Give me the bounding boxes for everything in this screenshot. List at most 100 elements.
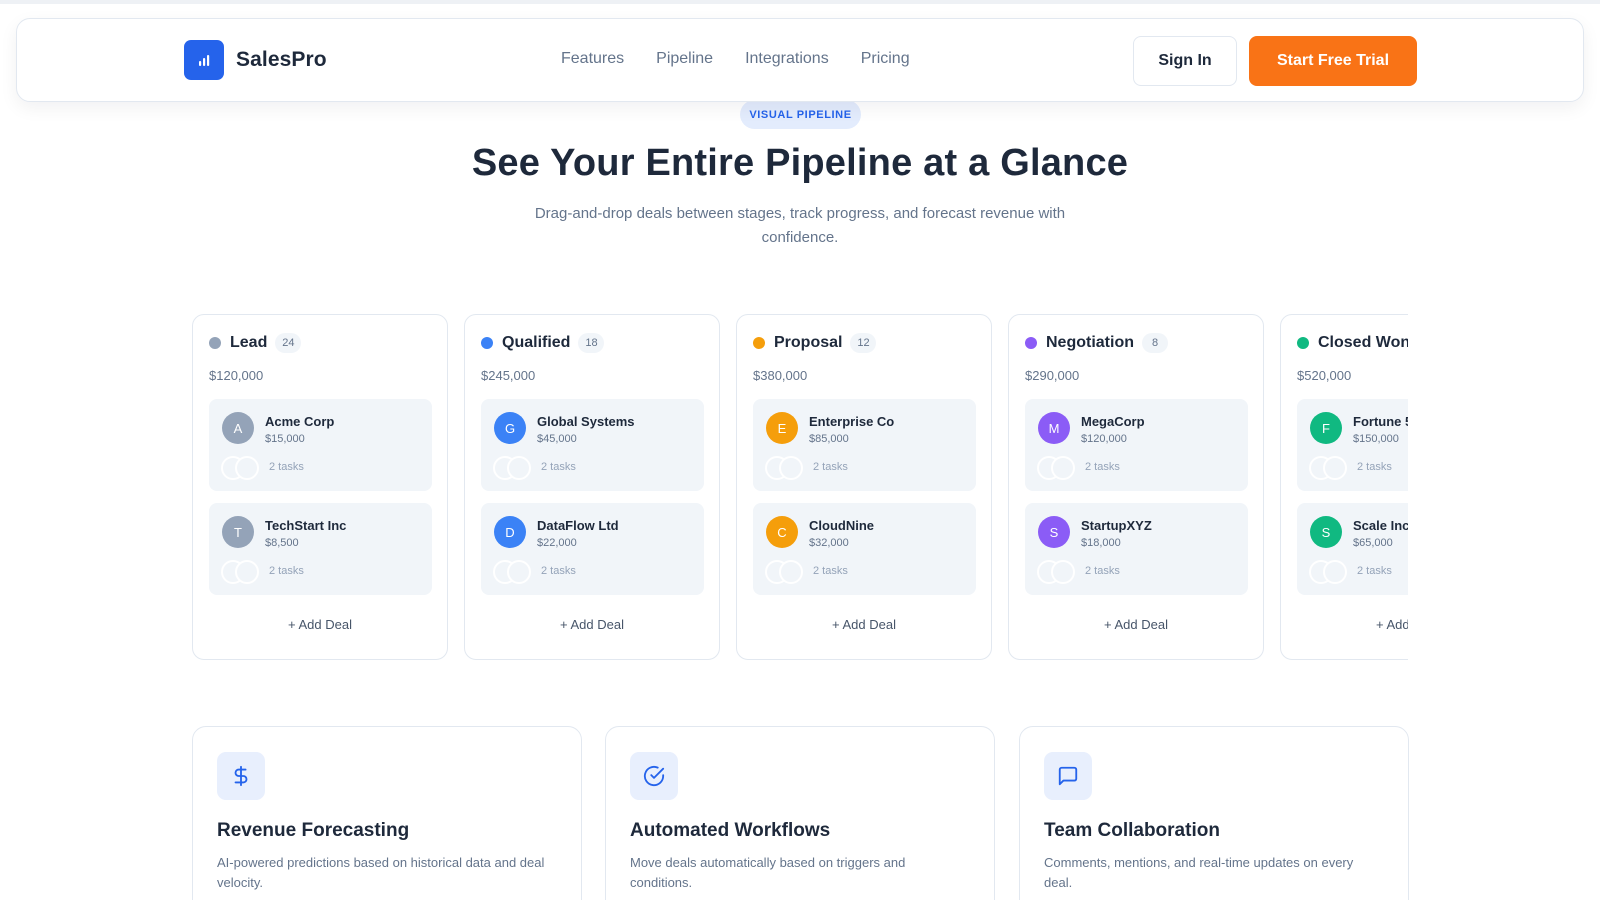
deal-card[interactable]: A Acme Corp $15,000 2 tasks	[209, 399, 432, 491]
column-header: Proposal 12	[753, 333, 877, 353]
avatar: D	[494, 516, 526, 548]
feature-title: Revenue Forecasting	[217, 820, 410, 841]
pipeline-column-lead[interactable]: Lead 24 $120,000 A Acme Corp $15,000 2 t…	[192, 314, 448, 660]
deal-card[interactable]: S StartupXYZ $18,000 2 tasks	[1025, 503, 1248, 595]
pipeline-column-proposal[interactable]: Proposal 12 $380,000 E Enterprise Co $85…	[736, 314, 992, 660]
nav-link-pricing[interactable]: Pricing	[861, 50, 910, 68]
add-deal-button[interactable]: + Add Deal	[465, 617, 719, 632]
assignee-avatar	[1323, 456, 1347, 480]
stage-dot-icon	[1025, 337, 1037, 349]
pipeline-column-closed-won[interactable]: Closed Won $520,000 F Fortune 5 $150,000…	[1280, 314, 1408, 660]
logo[interactable]: SalesPro	[184, 40, 327, 80]
deal-amount: $120,000	[1081, 433, 1127, 445]
feature-description: Comments, mentions, and real-time update…	[1044, 855, 1354, 890]
deal-card[interactable]: S Scale Inc $65,000 2 tasks	[1297, 503, 1408, 595]
deal-amount: $22,000	[537, 537, 577, 549]
avatar: F	[1310, 412, 1342, 444]
column-title: Negotiation	[1046, 334, 1134, 351]
deal-task-count: 2 tasks	[813, 461, 848, 473]
nav-link-pipeline[interactable]: Pipeline	[656, 50, 713, 68]
avatar: S	[1310, 516, 1342, 548]
deal-card[interactable]: E Enterprise Co $85,000 2 tasks	[753, 399, 976, 491]
avatar: G	[494, 412, 526, 444]
deal-amount: $65,000	[1353, 537, 1393, 549]
avatar: A	[222, 412, 254, 444]
avatar: E	[766, 412, 798, 444]
pipeline-column-negotiation[interactable]: Negotiation 8 $290,000 M MegaCorp $120,0…	[1008, 314, 1264, 660]
column-title: Lead	[230, 334, 268, 351]
assignee-avatars	[221, 456, 263, 480]
assignee-avatar	[235, 456, 259, 480]
add-deal-button[interactable]: + Add Deal	[1009, 617, 1263, 632]
assignee-avatars	[765, 456, 807, 480]
deal-name: StartupXYZ	[1081, 518, 1152, 533]
chat-icon	[1044, 752, 1092, 800]
deal-card[interactable]: G Global Systems $45,000 2 tasks	[481, 399, 704, 491]
page-title: See Your Entire Pipeline at a Glance	[471, 142, 1129, 184]
assignee-avatars	[493, 560, 535, 584]
section-badge: VISUAL PIPELINE	[740, 100, 861, 129]
deal-task-count: 2 tasks	[541, 461, 576, 473]
nav-link-integrations[interactable]: Integrations	[745, 50, 829, 68]
column-total: $120,000	[209, 368, 264, 383]
deal-task-count: 2 tasks	[813, 565, 848, 577]
column-total: $380,000	[753, 368, 808, 383]
avatar: S	[1038, 516, 1070, 548]
deal-task-count: 2 tasks	[1085, 565, 1120, 577]
deal-card[interactable]: D DataFlow Ltd $22,000 2 tasks	[481, 503, 704, 595]
deal-name: CloudNine	[809, 518, 874, 533]
deal-name: TechStart Inc	[265, 518, 347, 533]
pipeline-column-qualified[interactable]: Qualified 18 $245,000 G Global Systems $…	[464, 314, 720, 660]
deal-name: MegaCorp	[1081, 414, 1145, 429]
assignee-avatars	[765, 560, 807, 584]
sign-in-button[interactable]: Sign In	[1133, 36, 1237, 86]
deal-task-count: 2 tasks	[1085, 461, 1120, 473]
column-title: Qualified	[502, 334, 571, 351]
deal-card[interactable]: M MegaCorp $120,000 2 tasks	[1025, 399, 1248, 491]
column-header: Qualified 18	[481, 333, 605, 353]
add-deal-button[interactable]: + Add Deal	[193, 617, 447, 632]
column-title: Closed Won	[1318, 334, 1408, 351]
add-deal-button[interactable]: + Add Deal	[737, 617, 991, 632]
feature-description: AI-powered predictions based on historic…	[217, 855, 545, 890]
avatar: C	[766, 516, 798, 548]
add-deal-button[interactable]: + Add Deal	[1281, 617, 1408, 632]
feature-card-team-collaboration: Team Collaboration Comments, mentions, a…	[1019, 726, 1409, 900]
stage-dot-icon	[209, 337, 221, 349]
column-title: Proposal	[774, 334, 843, 351]
assignee-avatar	[1051, 560, 1075, 584]
feature-description: Move deals automatically based on trigge…	[630, 855, 906, 890]
column-count-badge: 8	[1142, 333, 1168, 353]
avatar: T	[222, 516, 254, 548]
deal-name: Global Systems	[537, 414, 635, 429]
assignee-avatar	[507, 456, 531, 480]
deal-card[interactable]: C CloudNine $32,000 2 tasks	[753, 503, 976, 595]
deal-card[interactable]: F Fortune 5 $150,000 2 tasks	[1297, 399, 1408, 491]
nav-link-features[interactable]: Features	[561, 50, 624, 68]
deal-amount: $85,000	[809, 433, 849, 445]
deal-task-count: 2 tasks	[1357, 461, 1392, 473]
deal-name: Fortune 5	[1353, 414, 1408, 429]
stage-dot-icon	[481, 337, 493, 349]
deal-name: DataFlow Ltd	[537, 518, 619, 533]
assignee-avatars	[221, 560, 263, 584]
deal-amount: $32,000	[809, 537, 849, 549]
feature-card-automated-workflows: Automated Workflows Move deals automatic…	[605, 726, 995, 900]
deal-card[interactable]: T TechStart Inc $8,500 2 tasks	[209, 503, 432, 595]
brand-name: SalesPro	[236, 48, 327, 71]
column-count-badge: 18	[578, 333, 605, 353]
start-free-trial-button[interactable]: Start Free Trial	[1249, 36, 1417, 86]
deal-task-count: 2 tasks	[1357, 565, 1392, 577]
feature-title: Automated Workflows	[630, 820, 831, 841]
column-header: Closed Won	[1297, 333, 1408, 353]
deal-amount: $150,000	[1353, 433, 1399, 445]
column-count-badge: 12	[850, 333, 877, 353]
top-divider	[0, 0, 1600, 4]
deal-amount: $15,000	[265, 433, 305, 445]
bar-chart-icon	[184, 40, 224, 80]
assignee-avatars	[1309, 560, 1351, 584]
stage-dot-icon	[1297, 337, 1309, 349]
assignee-avatar	[779, 560, 803, 584]
assignee-avatar	[507, 560, 531, 584]
check-circle-icon	[630, 752, 678, 800]
